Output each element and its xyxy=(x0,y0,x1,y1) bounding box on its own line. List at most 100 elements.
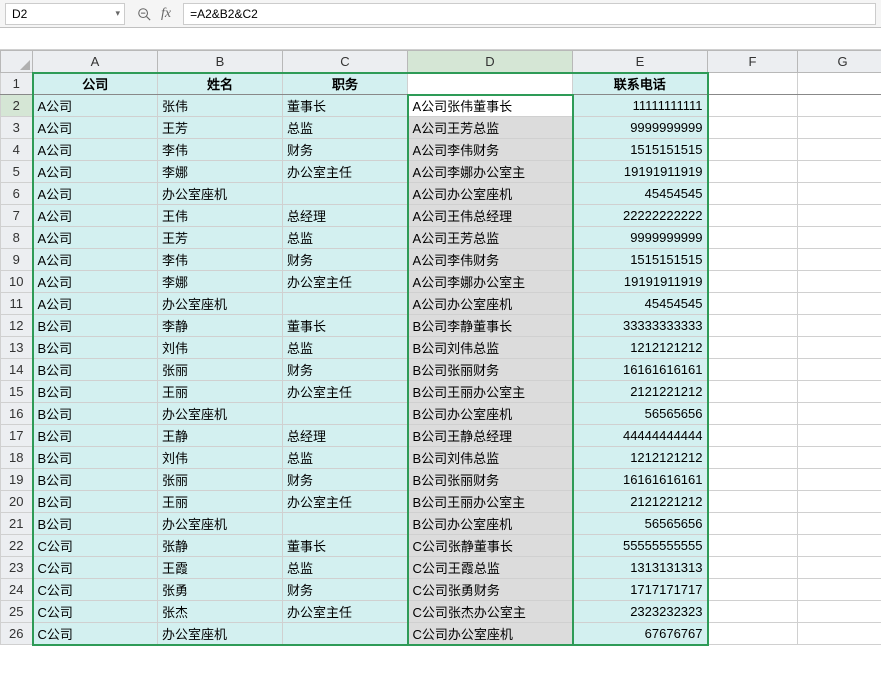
cell[interactable] xyxy=(798,513,881,535)
cell[interactable]: 财务 xyxy=(283,469,408,491)
fx-icon[interactable]: fx xyxy=(161,6,171,22)
cell[interactable]: 办公室座机 xyxy=(158,403,283,425)
cell[interactable] xyxy=(798,249,881,271)
col-header-G[interactable]: G xyxy=(798,51,881,73)
cell[interactable] xyxy=(708,73,798,95)
col-header-F[interactable]: F xyxy=(708,51,798,73)
cell[interactable]: 22222222222 xyxy=(573,205,708,227)
cell[interactable]: A公司办公室座机 xyxy=(408,183,573,205)
cell[interactable]: 办公室主任 xyxy=(283,161,408,183)
cell[interactable]: 办公室主任 xyxy=(283,601,408,623)
cell[interactable] xyxy=(708,293,798,315)
cell[interactable]: C公司王霞总监 xyxy=(408,557,573,579)
row-header[interactable]: 19 xyxy=(1,469,33,491)
cell[interactable] xyxy=(708,447,798,469)
cell[interactable]: A公司李伟财务 xyxy=(408,249,573,271)
cell[interactable] xyxy=(798,579,881,601)
cell[interactable] xyxy=(798,535,881,557)
cell[interactable] xyxy=(798,139,881,161)
col-header-B[interactable]: B xyxy=(158,51,283,73)
cell[interactable]: 56565656 xyxy=(573,403,708,425)
cell[interactable]: C公司张杰办公室主 xyxy=(408,601,573,623)
cell[interactable]: 张伟 xyxy=(158,95,283,117)
cell[interactable] xyxy=(798,469,881,491)
cell[interactable]: B公司 xyxy=(33,337,158,359)
cell[interactable] xyxy=(798,447,881,469)
cell[interactable]: 王芳 xyxy=(158,227,283,249)
cell[interactable]: 1212121212 xyxy=(573,447,708,469)
cell[interactable]: 李娜 xyxy=(158,161,283,183)
cell[interactable] xyxy=(283,623,408,645)
cell[interactable] xyxy=(798,381,881,403)
cell[interactable]: 办公室主任 xyxy=(283,381,408,403)
cell[interactable]: 财务 xyxy=(283,359,408,381)
col-header-E[interactable]: E xyxy=(573,51,708,73)
cell[interactable] xyxy=(798,293,881,315)
cell[interactable]: 2121221212 xyxy=(573,381,708,403)
cell[interactable] xyxy=(798,337,881,359)
header-cell[interactable] xyxy=(408,73,573,95)
cell[interactable] xyxy=(708,425,798,447)
cell[interactable] xyxy=(798,227,881,249)
cell[interactable]: 财务 xyxy=(283,579,408,601)
cell[interactable] xyxy=(708,227,798,249)
cell[interactable]: 李伟 xyxy=(158,139,283,161)
row-header[interactable]: 11 xyxy=(1,293,33,315)
cell[interactable]: 16161616161 xyxy=(573,469,708,491)
cell[interactable]: 办公室座机 xyxy=(158,293,283,315)
cell[interactable]: C公司 xyxy=(33,579,158,601)
cell[interactable] xyxy=(798,601,881,623)
name-box[interactable]: D2 ▾ xyxy=(5,3,125,25)
cell[interactable]: A公司王芳总监 xyxy=(408,117,573,139)
row-header[interactable]: 10 xyxy=(1,271,33,293)
cell[interactable]: 55555555555 xyxy=(573,535,708,557)
cell[interactable]: A公司王芳总监 xyxy=(408,227,573,249)
row-header[interactable]: 25 xyxy=(1,601,33,623)
cell[interactable]: B公司刘伟总监 xyxy=(408,337,573,359)
cell[interactable] xyxy=(708,601,798,623)
cell[interactable]: B公司办公室座机 xyxy=(408,403,573,425)
cell[interactable] xyxy=(708,205,798,227)
cell[interactable] xyxy=(283,183,408,205)
row-header[interactable]: 14 xyxy=(1,359,33,381)
row-header[interactable]: 22 xyxy=(1,535,33,557)
cell[interactable]: 办公室主任 xyxy=(283,271,408,293)
cell[interactable]: C公司 xyxy=(33,535,158,557)
cell[interactable]: 董事长 xyxy=(283,315,408,337)
cell[interactable]: B公司 xyxy=(33,469,158,491)
cell[interactable]: B公司张丽财务 xyxy=(408,469,573,491)
row-header[interactable]: 6 xyxy=(1,183,33,205)
cell[interactable] xyxy=(798,315,881,337)
cell[interactable]: A公司张伟董事长 xyxy=(408,95,573,117)
cell[interactable]: 1313131313 xyxy=(573,557,708,579)
cell[interactable] xyxy=(708,359,798,381)
cell[interactable] xyxy=(708,183,798,205)
cell[interactable]: 办公室座机 xyxy=(158,623,283,645)
cell[interactable]: 张杰 xyxy=(158,601,283,623)
cell[interactable] xyxy=(798,183,881,205)
cell[interactable] xyxy=(708,381,798,403)
row-header[interactable]: 23 xyxy=(1,557,33,579)
cell[interactable] xyxy=(708,579,798,601)
cell[interactable] xyxy=(798,205,881,227)
cell[interactable] xyxy=(708,139,798,161)
cell[interactable] xyxy=(798,557,881,579)
cell[interactable] xyxy=(708,557,798,579)
cell[interactable]: 1717171717 xyxy=(573,579,708,601)
col-header-C[interactable]: C xyxy=(283,51,408,73)
cell[interactable]: B公司王丽办公室主 xyxy=(408,381,573,403)
cell[interactable] xyxy=(708,315,798,337)
cell[interactable]: 11111111111 xyxy=(573,95,708,117)
row-header[interactable]: 17 xyxy=(1,425,33,447)
cell[interactable]: A公司 xyxy=(33,271,158,293)
row-header[interactable]: 7 xyxy=(1,205,33,227)
row-header[interactable]: 21 xyxy=(1,513,33,535)
cell[interactable] xyxy=(708,623,798,645)
cell[interactable]: A公司 xyxy=(33,249,158,271)
row-header[interactable]: 16 xyxy=(1,403,33,425)
cell[interactable] xyxy=(708,271,798,293)
cell[interactable]: A公司 xyxy=(33,205,158,227)
cell[interactable] xyxy=(708,469,798,491)
row-header[interactable]: 15 xyxy=(1,381,33,403)
cell[interactable] xyxy=(798,425,881,447)
